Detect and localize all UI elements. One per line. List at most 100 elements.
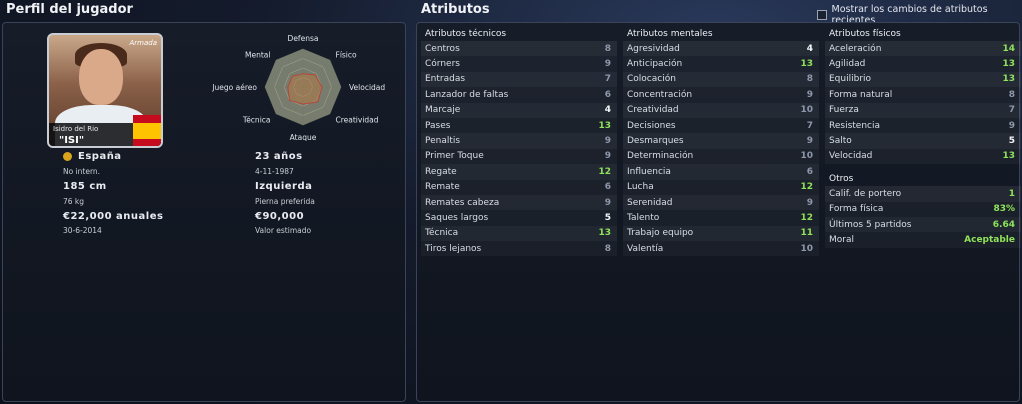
photo-logo: Armada (129, 39, 157, 47)
preferred-foot: Izquierda (255, 181, 313, 192)
attribute-label: Equilibrio (829, 74, 872, 85)
attribute-row[interactable]: Remate 6 (421, 180, 617, 195)
attribute-row[interactable]: Resistencia 9 (825, 118, 1021, 133)
technical-header: Atributos técnicos (425, 29, 507, 39)
attribute-label: Lucha (627, 182, 654, 193)
contract-end: 30-6-2014 (63, 226, 102, 235)
attribute-value: 9 (604, 59, 611, 70)
photo-face (79, 49, 123, 105)
attribute-row[interactable]: Pases 13 (421, 118, 617, 133)
mental-attributes: Atributos mentales Agresividad 4 Anticipac… (623, 29, 819, 256)
attribute-value: 11 (800, 228, 813, 239)
attribute-row[interactable]: Tiros lejanos 8 (421, 241, 617, 256)
attribute-row[interactable]: Serenidad 9 (623, 194, 819, 211)
attribute-value: 13 (800, 59, 813, 70)
attribute-value: 13 (1002, 74, 1015, 85)
attributes-panel: Atributos técnicos Centros 8 Córners 9 Entra… (416, 22, 1021, 402)
attribute-label: Agresividad (627, 43, 680, 54)
attribute-value: 8 (806, 74, 813, 85)
attribute-row[interactable]: Forma natural 8 (825, 87, 1021, 102)
attribute-label: Primer Toque (425, 151, 484, 162)
attribute-row[interactable]: Córners 9 (421, 56, 617, 71)
attribute-row[interactable]: Penaltis 9 (421, 133, 617, 149)
attribute-row[interactable]: Decisiones 7 (623, 118, 819, 133)
attribute-row[interactable]: Remates cabeza 9 (421, 194, 617, 211)
attribute-value: 9 (806, 136, 813, 147)
attribute-row[interactable]: Influencia 6 (623, 164, 819, 180)
attribute-value: 6 (806, 166, 813, 177)
attribute-label: Forma física (829, 204, 884, 215)
photo-name: Isidro del Rio (53, 125, 99, 133)
attribute-value: 4 (604, 105, 611, 116)
attribute-row[interactable]: Aceleración 14 (825, 41, 1021, 57)
weight: 76 kg (63, 197, 85, 206)
attribute-row[interactable]: Primer Toque 9 (421, 149, 617, 164)
attribute-row[interactable]: Determinación 10 (623, 149, 819, 164)
attribute-row[interactable]: Creatividad 10 (623, 102, 819, 118)
attribute-row[interactable]: Centros 8 (421, 41, 617, 57)
radar-label: Mental (245, 51, 270, 60)
attribute-label: Desmarques (627, 136, 684, 147)
attribute-label: Regate (425, 166, 457, 177)
attribute-value: 5 (1008, 136, 1015, 147)
attribute-row[interactable]: Agilidad 13 (825, 56, 1021, 71)
attribute-label: Penaltis (425, 136, 461, 147)
attribute-row[interactable]: Agresividad 4 (623, 41, 819, 57)
attribute-value: 6.64 (992, 219, 1015, 230)
attribute-row[interactable]: Concentración 9 (623, 87, 819, 102)
attribute-value: 13 (598, 120, 611, 131)
attribute-row[interactable]: Anticipación 13 (623, 56, 819, 71)
attribute-label: Remates cabeza (425, 197, 500, 208)
attribute-row[interactable]: Moral Aceptable (825, 232, 1021, 247)
attribute-label: Centros (425, 43, 460, 54)
attribute-row[interactable]: Valentía 10 (623, 241, 819, 256)
attribute-row[interactable]: Lucha 12 (623, 180, 819, 195)
attribute-label: Determinación (627, 151, 694, 162)
attribute-row[interactable]: Colocación 8 (623, 71, 819, 88)
attribute-row[interactable]: Calif. de portero 1 (825, 186, 1021, 202)
attribute-row[interactable]: Salto 5 (825, 133, 1021, 149)
player-profile-panel: Armada Isidro del Rio "ISI" Defensa Físic… (2, 22, 406, 402)
attribute-label: Influencia (627, 166, 671, 177)
attribute-label: Entradas (425, 74, 466, 85)
attribute-value: 8 (604, 43, 611, 54)
attribute-row[interactable]: Técnica 13 (421, 225, 617, 242)
attribute-label: Salto (829, 136, 852, 147)
attribute-radar-chart: Defensa Físico Velocidad Creatividad Ataque T… (211, 34, 385, 141)
attribute-label: Saques largos (425, 212, 489, 223)
attribute-row[interactable]: Talento 12 (623, 210, 819, 225)
checkbox[interactable] (817, 10, 827, 20)
attribute-value: 9 (806, 197, 813, 208)
attributes-title: Atributos (421, 2, 490, 17)
attribute-row[interactable]: Forma física 83% (825, 202, 1021, 217)
attribute-value: 10 (800, 243, 813, 254)
attribute-row[interactable]: Saques largos 5 (421, 210, 617, 225)
attribute-row[interactable]: Regate 12 (421, 164, 617, 180)
attribute-value: 8 (604, 243, 611, 254)
attribute-value: 10 (800, 151, 813, 162)
attribute-label: Valentía (627, 243, 664, 254)
attribute-row[interactable]: Marcaje 4 (421, 102, 617, 118)
attribute-label: Forma natural (829, 89, 893, 100)
attribute-row[interactable]: Entradas 7 (421, 71, 617, 88)
attribute-value: 12 (800, 182, 813, 193)
attribute-row[interactable]: Últimos 5 partidos 6.64 (825, 216, 1021, 233)
attribute-row[interactable]: Equilibrio 13 (825, 71, 1021, 88)
preferred-foot-label: Pierna preferida (255, 197, 315, 206)
attribute-row[interactable]: Velocidad 13 (825, 149, 1021, 164)
attribute-value: 9 (1008, 120, 1015, 131)
attribute-value: 13 (1002, 151, 1015, 162)
profile-title: Perfil del jugador (6, 2, 133, 17)
spain-flag-icon (133, 115, 161, 146)
attribute-value: 8 (1008, 89, 1015, 100)
attribute-value: 12 (598, 166, 611, 177)
attribute-row[interactable]: Fuerza 7 (825, 102, 1021, 118)
attribute-row[interactable]: Lanzador de faltas 6 (421, 87, 617, 102)
attribute-value: 7 (806, 120, 813, 131)
attribute-label: Marcaje (425, 105, 461, 116)
radar-label: Creatividad (336, 116, 379, 125)
attribute-row[interactable]: Trabajo equipo 11 (623, 225, 819, 242)
mental-header: Atributos mentales (627, 29, 713, 39)
attribute-row[interactable]: Desmarques 9 (623, 133, 819, 149)
attribute-value: Aceptable (964, 234, 1015, 245)
